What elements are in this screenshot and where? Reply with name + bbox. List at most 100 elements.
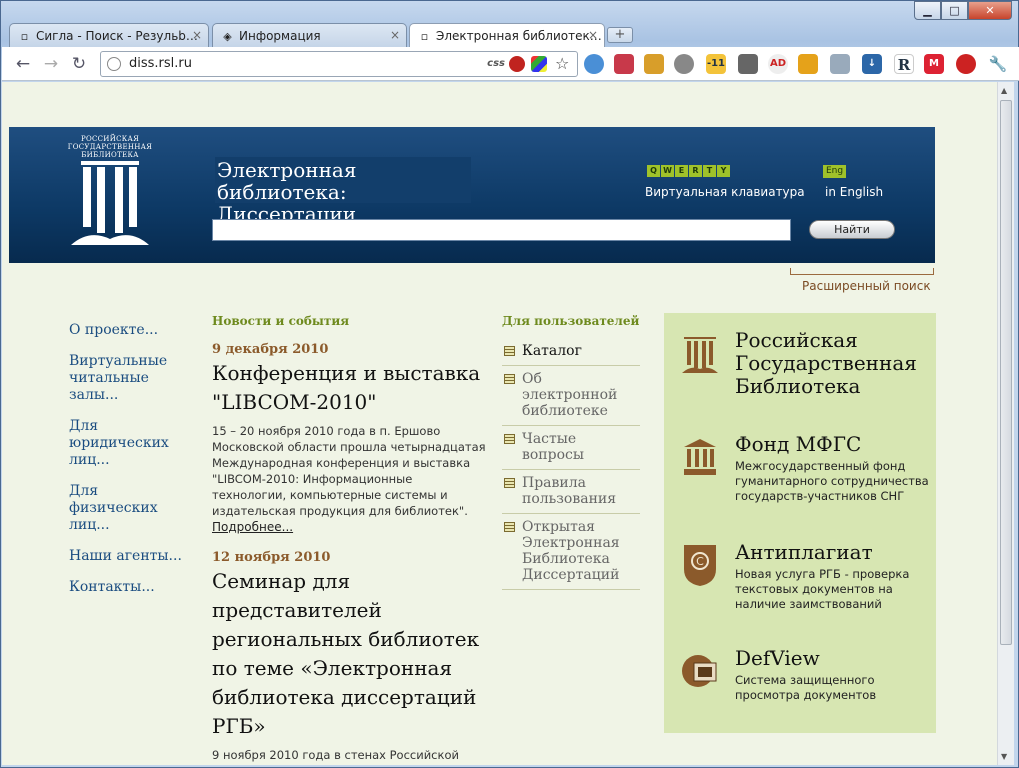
partner-desc: Система защищенного просмотра документов <box>735 673 877 702</box>
stop-icon[interactable] <box>956 54 976 74</box>
address-bar[interactable]: diss.rsl.ru css ☆ <box>100 51 578 77</box>
find-button[interactable]: Найти <box>809 220 895 239</box>
users-item-catalog[interactable]: Каталог <box>502 338 640 366</box>
news-text: 15 – 20 ноября 2010 года в п. Ершово Мос… <box>212 424 486 518</box>
key-label: T <box>703 165 716 177</box>
close-tab-icon[interactable]: × <box>390 28 400 42</box>
extension-icon-9[interactable] <box>830 54 850 74</box>
partner-desc: Новая услуга РГБ - проверка текстовых до… <box>735 567 910 611</box>
svg-text:C: C <box>696 555 704 568</box>
extension-icon-8[interactable] <box>798 54 818 74</box>
reload-icon[interactable]: ↻ <box>68 53 90 75</box>
users-section: Для пользователей Каталог Об электронной… <box>502 314 640 590</box>
read-more-link[interactable]: Подробнее... <box>212 520 487 534</box>
users-item-label: Каталог <box>522 343 582 359</box>
css-extension-icon[interactable]: css <box>487 58 505 69</box>
nav-contacts[interactable]: Контакты... <box>69 579 199 596</box>
users-heading: Для пользователей <box>502 314 640 328</box>
gmail-icon[interactable]: M <box>924 54 944 74</box>
users-item-open-library[interactable]: Открытая Электронная Библиотека Диссерта… <box>502 514 640 590</box>
tag-icon: ◈ <box>223 30 232 43</box>
users-item-faq[interactable]: Частые вопросы <box>502 426 640 470</box>
tab-info[interactable]: ◈ Информация × <box>212 23 407 47</box>
r-extension-icon[interactable]: R <box>894 54 914 74</box>
download-icon[interactable]: ↓ <box>862 54 882 74</box>
tab-label: Электронная библиотек… <box>436 29 602 43</box>
extension-icon-1[interactable] <box>584 54 604 74</box>
tab-label: Информация <box>239 29 321 43</box>
forward-arrow-icon[interactable]: → <box>40 53 62 75</box>
partners-panel: Российская Государственная Библиотека Фо… <box>664 313 936 733</box>
left-navigation: О проекте... Виртуальные читальные залы.… <box>69 322 199 610</box>
color-picker-icon[interactable] <box>531 56 547 72</box>
list-bullet-icon <box>504 374 515 384</box>
tab-diss[interactable]: ▫ Электронная библиотек… × <box>409 23 605 48</box>
scroll-down-arrow-icon[interactable]: ▼ <box>1001 752 1007 761</box>
qwerty-badge[interactable]: Q W E R T Y <box>647 165 730 177</box>
partner-defview[interactable]: DefView Система защищенного просмотра до… <box>680 647 930 703</box>
close-tab-icon[interactable]: × <box>192 28 202 42</box>
logo-text: РОССИЙСКАЯ ГОСУДАРСТВЕННАЯ БИБЛИОТЕКА <box>67 135 153 159</box>
nav-legal-entities[interactable]: Для юридических лиц... <box>69 418 169 469</box>
vertical-scrollbar[interactable]: ▲ ▼ <box>997 82 1014 765</box>
library-columns-icon <box>71 161 149 245</box>
advanced-search-link[interactable]: Расширенный поиск <box>802 279 931 293</box>
list-bullet-icon <box>504 522 515 532</box>
nav-agents[interactable]: Наши агенты... <box>69 548 199 565</box>
wrench-icon[interactable]: 🔧 <box>988 54 1008 74</box>
nav-virtual-reading-rooms[interactable]: Виртуальные читальные залы... <box>69 353 169 404</box>
key-label: Q <box>647 165 660 177</box>
rsl-logo[interactable]: РОССИЙСКАЯ ГОСУДАРСТВЕННАЯ БИБЛИОТЕКА <box>67 135 153 250</box>
scrollbar-thumb[interactable] <box>1000 100 1012 645</box>
tab-strip: ▫ Сигла - Поиск - Резульb… × ◈ Информаци… <box>9 21 633 48</box>
partner-mfgs[interactable]: Фонд МФГС Межгосударственный фонд гумани… <box>680 433 930 504</box>
news-title[interactable]: Семинар для представителей региональных … <box>212 567 487 741</box>
antiplagiat-icon: C <box>684 545 716 586</box>
news-date: 12 ноября 2010 <box>212 550 331 565</box>
search-input[interactable] <box>212 219 791 241</box>
extension-icon-2[interactable] <box>614 54 634 74</box>
partner-desc: Межгосударственный фонд гуманитарного со… <box>735 459 929 503</box>
tab-sigla[interactable]: ▫ Сигла - Поиск - Резульb… × <box>9 23 209 47</box>
weather-icon[interactable]: -11 <box>706 54 726 74</box>
gear-extension-icon[interactable] <box>674 54 694 74</box>
window-controls: ▁ □ ✕ <box>914 1 1012 21</box>
nav-individuals[interactable]: Для физических лиц... <box>69 483 189 534</box>
partner-rsl[interactable]: Российская Государственная Библиотека <box>680 329 930 398</box>
news-text: 9 ноября 2010 года в стенах Российской <box>212 748 459 762</box>
close-window-button[interactable]: ✕ <box>968 1 1012 20</box>
maximize-button[interactable]: □ <box>941 1 968 20</box>
eng-badge[interactable]: Eng <box>823 165 847 178</box>
key-label: R <box>689 165 702 177</box>
bug-icon[interactable] <box>738 54 758 74</box>
block-icon[interactable] <box>509 56 525 72</box>
english-link[interactable]: in English <box>825 185 883 199</box>
globe-icon <box>107 57 121 71</box>
url-text: diss.rsl.ru <box>129 56 192 71</box>
users-item-label: Об электронной библиотеке <box>522 371 618 419</box>
virtual-keyboard-link[interactable]: Виртуальная клавиатура <box>645 185 805 199</box>
adblock-icon[interactable]: AD <box>768 54 788 74</box>
close-tab-icon[interactable]: × <box>588 28 598 42</box>
users-item-rules[interactable]: Правила пользования <box>502 470 640 514</box>
list-bullet-icon <box>504 434 515 444</box>
news-date: 9 декабря 2010 <box>212 342 329 357</box>
users-item-about[interactable]: Об электронной библиотеке <box>502 366 640 426</box>
defview-icon <box>682 655 717 687</box>
key-label: Y <box>717 165 730 177</box>
news-section: Новости и события 9 декабря 2010 Конфере… <box>212 314 487 763</box>
partner-antiplagiat[interactable]: C Антиплагиат Новая услуга РГБ - проверк… <box>680 541 930 612</box>
scroll-up-arrow-icon[interactable]: ▲ <box>1001 86 1007 95</box>
extension-icon-3[interactable] <box>644 54 664 74</box>
star-bookmark-icon[interactable]: ☆ <box>555 56 571 72</box>
minimize-button[interactable]: ▁ <box>914 1 941 20</box>
back-arrow-icon[interactable]: ← <box>12 53 34 75</box>
list-bullet-icon <box>504 346 515 356</box>
key-label: E <box>675 165 688 177</box>
nav-about[interactable]: О проекте... <box>69 322 199 339</box>
tab-label: Сигла - Поиск - Резульb… <box>36 29 198 43</box>
page-icon: ▫ <box>420 30 429 43</box>
partner-title: Российская Государственная Библиотека <box>735 328 917 398</box>
new-tab-button[interactable]: + <box>607 27 633 43</box>
news-title[interactable]: Конференция и выставка "LIBCOM-2010" <box>212 359 487 417</box>
